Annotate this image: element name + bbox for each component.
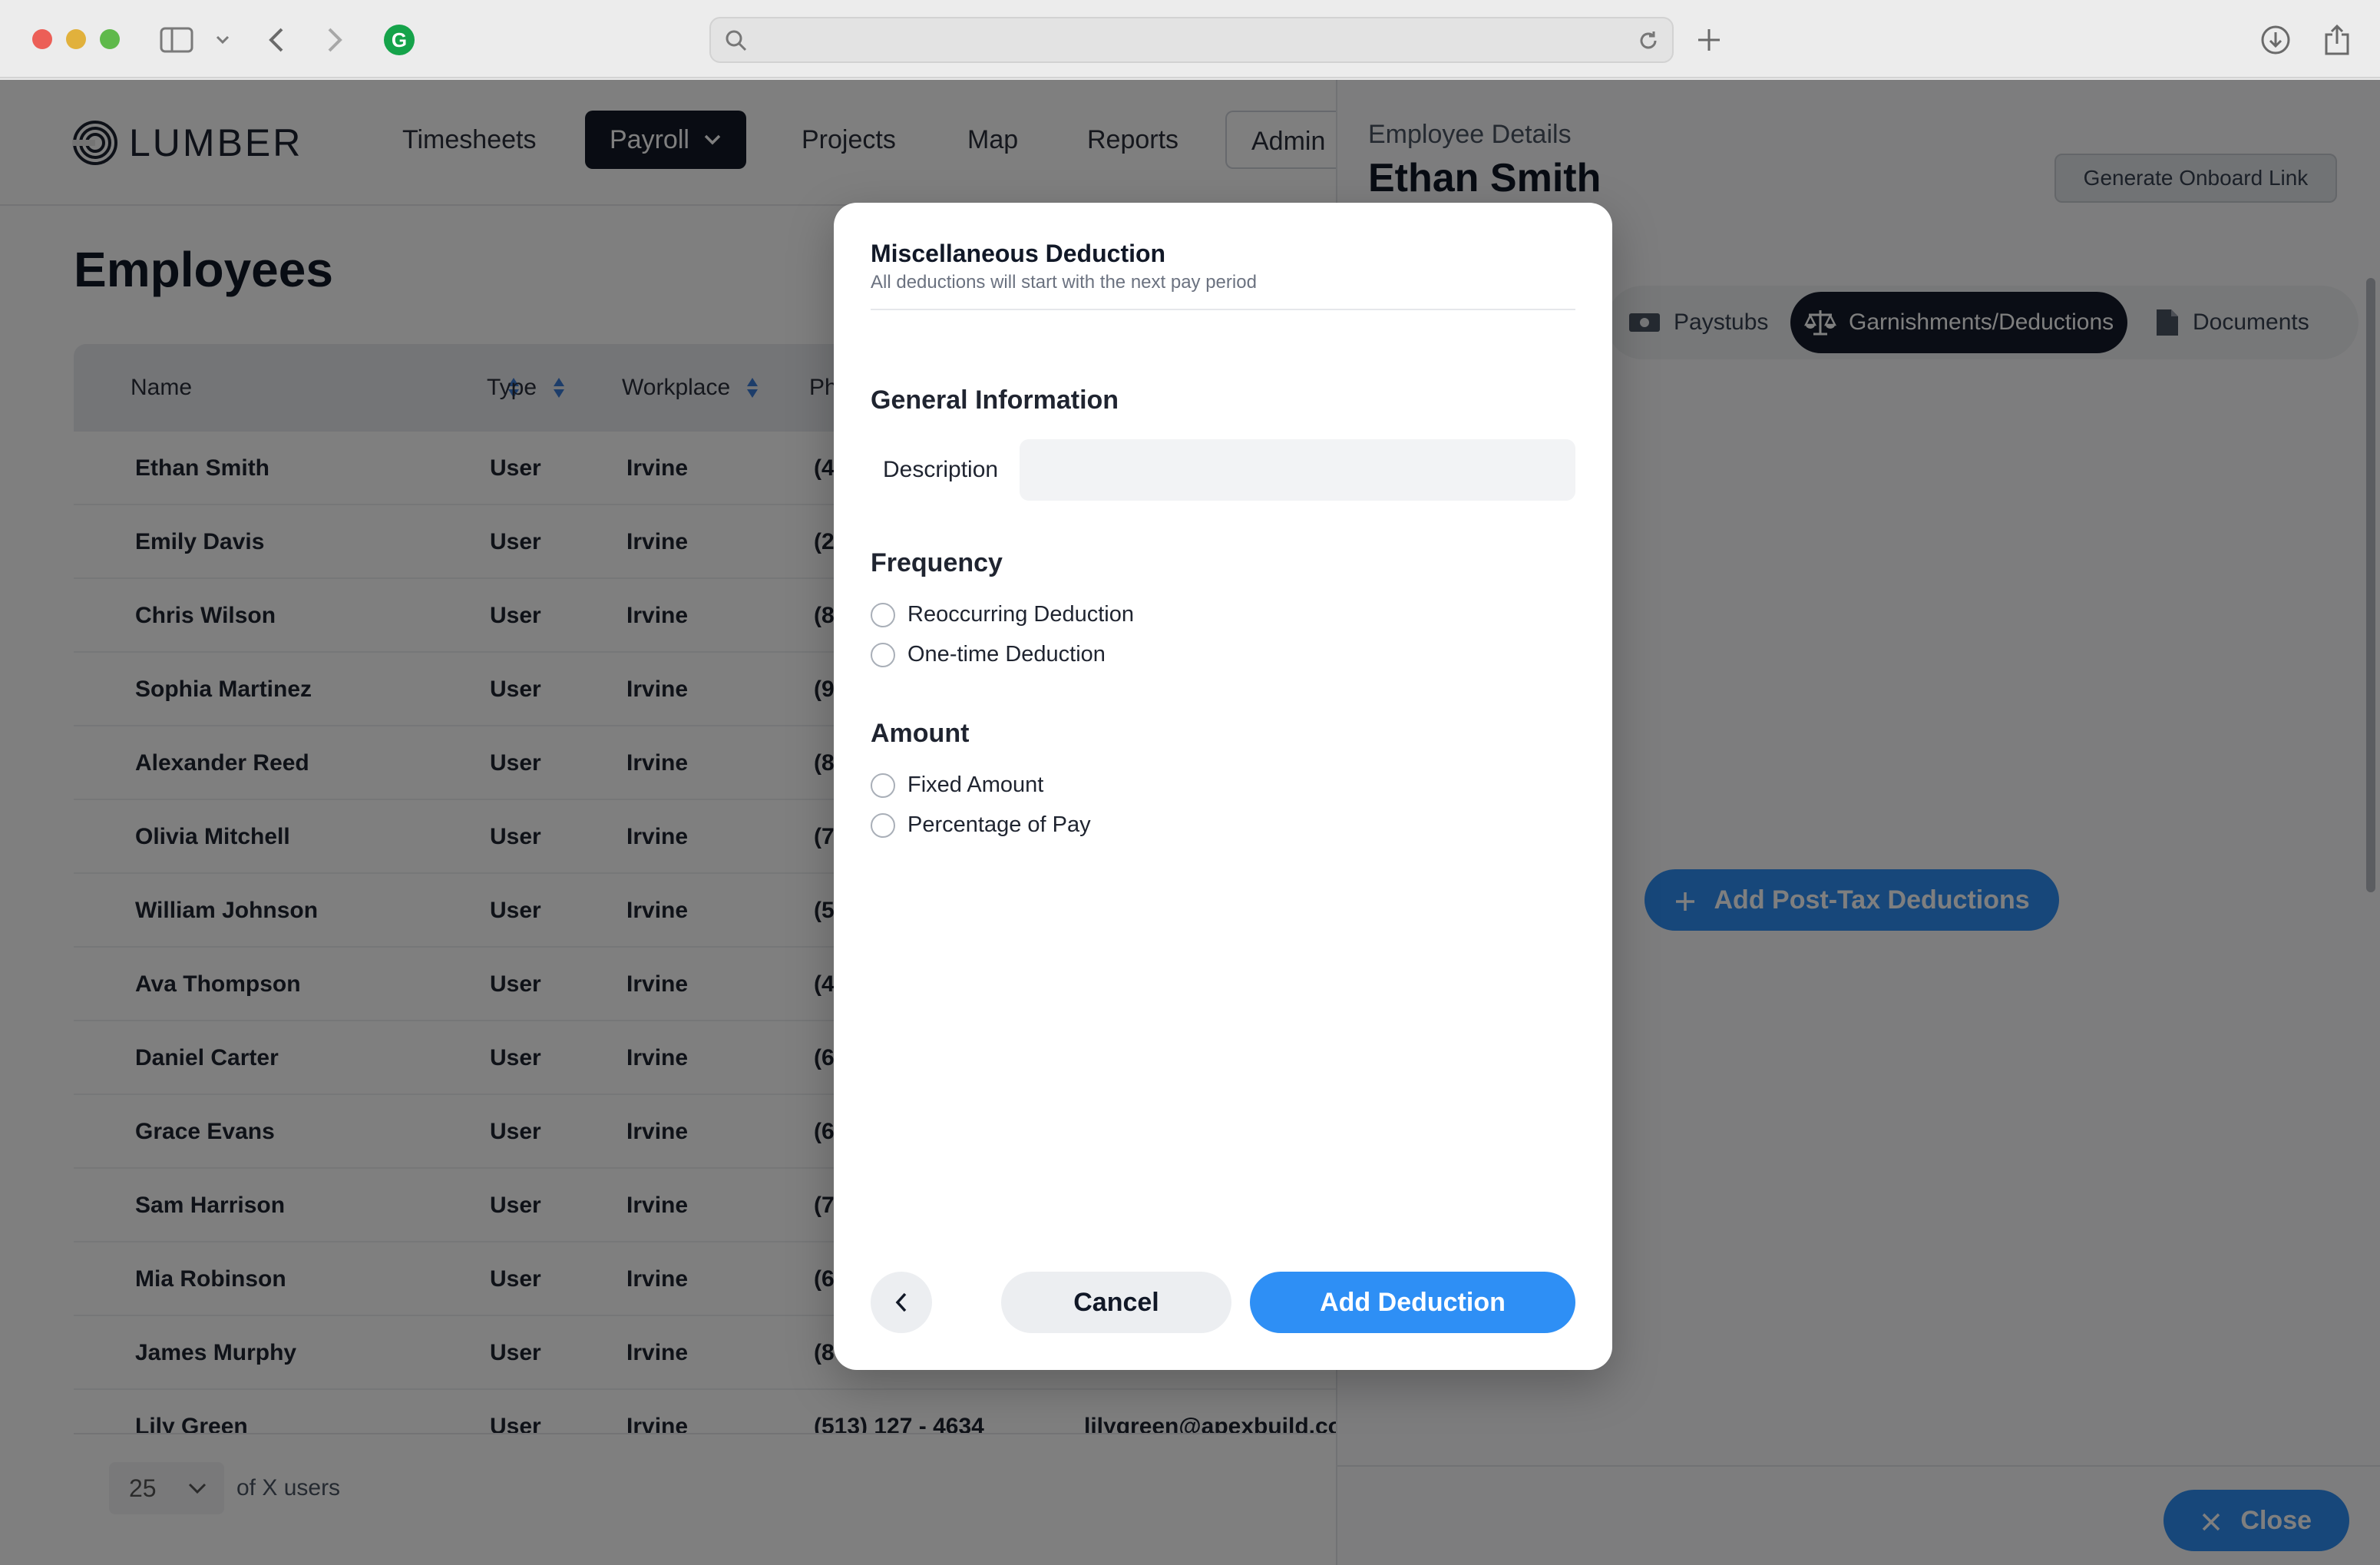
- modal-title: Miscellaneous Deduction: [871, 240, 1166, 267]
- chevron-down-icon[interactable]: [204, 22, 241, 58]
- description-label: Description: [883, 457, 999, 482]
- new-tab-icon[interactable]: [1691, 22, 1727, 58]
- radio-button[interactable]: [871, 812, 895, 838]
- reload-icon[interactable]: [1637, 29, 1660, 56]
- sidebar-toggle-icon[interactable]: [158, 22, 195, 58]
- modal-subtitle: All deductions will start with the next …: [871, 272, 1257, 293]
- general-information-heading: General Information: [871, 385, 1119, 415]
- browser-toolbar: G: [0, 0, 2380, 78]
- radio-label: One-time Deduction: [907, 642, 1106, 667]
- address-bar[interactable]: [709, 17, 1674, 63]
- back-arrow-icon[interactable]: [258, 22, 295, 58]
- cancel-button[interactable]: Cancel: [1001, 1272, 1231, 1333]
- minimize-window-button[interactable]: [66, 29, 86, 49]
- chevron-left-icon: [895, 1292, 907, 1312]
- radio-button[interactable]: [871, 602, 895, 627]
- radio-button[interactable]: [871, 773, 895, 798]
- close-window-button[interactable]: [32, 29, 52, 49]
- maximize-window-button[interactable]: [100, 29, 120, 49]
- radio-label: Fixed Amount: [907, 773, 1044, 797]
- frequency-heading: Frequency: [871, 548, 1003, 577]
- radio-one-time-deduction[interactable]: One-time Deduction: [871, 642, 1106, 667]
- radio-fixed-amount[interactable]: Fixed Amount: [871, 773, 1043, 798]
- add-deduction-button[interactable]: Add Deduction: [1250, 1272, 1575, 1333]
- radio-label: Percentage of Pay: [907, 812, 1091, 837]
- svg-text:G: G: [392, 28, 407, 51]
- grammarly-extension-icon[interactable]: G: [381, 22, 418, 58]
- radio-reoccurring-deduction[interactable]: Reoccurring Deduction: [871, 602, 1134, 627]
- radio-button[interactable]: [871, 642, 895, 667]
- share-icon[interactable]: [2319, 22, 2355, 58]
- radio-label: Reoccurring Deduction: [907, 602, 1134, 627]
- divider: [871, 309, 1575, 310]
- miscellaneous-deduction-modal: Miscellaneous Deduction All deductions w…: [834, 203, 1612, 1370]
- forward-arrow-icon[interactable]: [316, 22, 353, 58]
- search-icon: [725, 29, 748, 56]
- amount-heading: Amount: [871, 719, 970, 748]
- back-button[interactable]: [871, 1272, 932, 1333]
- download-icon[interactable]: [2257, 22, 2294, 58]
- description-input[interactable]: [1020, 439, 1575, 501]
- radio-percentage-of-pay[interactable]: Percentage of Pay: [871, 812, 1091, 838]
